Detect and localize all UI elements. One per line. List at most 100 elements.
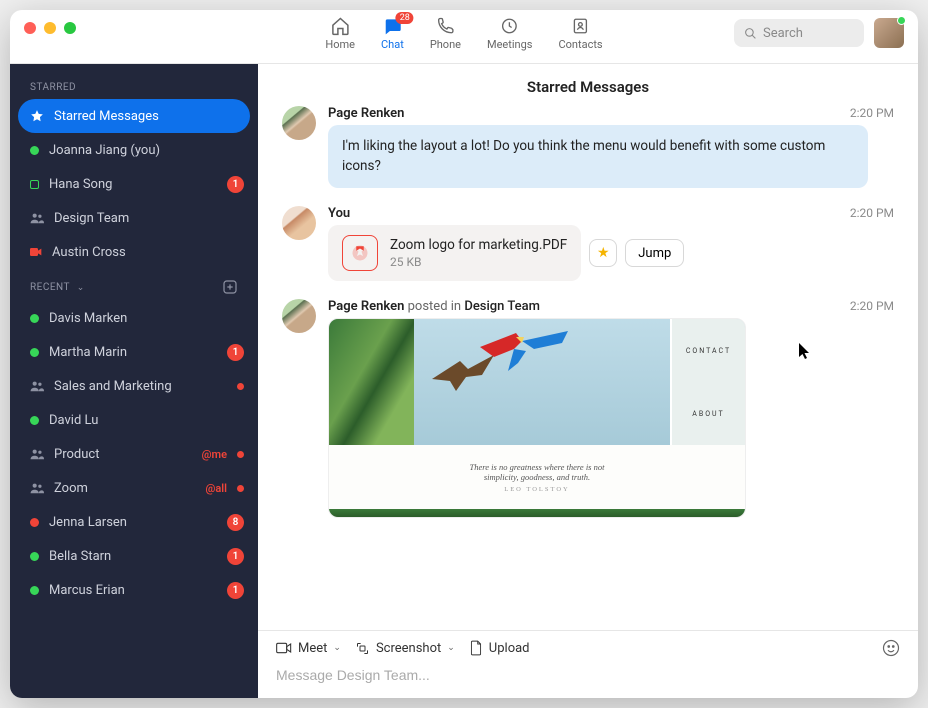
screenshot-button[interactable]: Screenshot ⌄ <box>355 641 455 656</box>
page-title: Starred Messages <box>258 64 918 106</box>
presence-mobile-icon <box>30 180 39 189</box>
sidebar-item-jenna[interactable]: Jenna Larsen 8 <box>10 505 258 539</box>
search-icon <box>744 27 757 40</box>
body: STARRED Starred Messages Joanna Jiang (y… <box>10 64 918 698</box>
message-time: 2:20 PM <box>850 106 894 120</box>
sidebar-item-davis[interactable]: Davis Marken <box>10 301 258 335</box>
clock-icon <box>500 16 520 36</box>
upload-button[interactable]: Upload <box>469 640 530 656</box>
presence-online-icon <box>30 146 39 155</box>
unread-badge: 1 <box>227 176 244 193</box>
preview-right-links: CONTACT ABOUT <box>670 319 745 445</box>
sidebar-item-product[interactable]: Product @me <box>10 437 258 471</box>
sidebar-item-label: Design Team <box>54 211 244 226</box>
screenshot-icon <box>355 641 370 656</box>
chevron-down-icon: ⌄ <box>77 283 85 293</box>
pdf-file-icon <box>342 235 378 271</box>
unread-badge: 1 <box>227 548 244 565</box>
sidebar-item-martha[interactable]: Martha Marin 1 <box>10 335 258 369</box>
message-author: You <box>328 206 894 221</box>
nav-home[interactable]: Home <box>325 16 355 51</box>
nav-contacts[interactable]: Contacts <box>558 16 602 51</box>
sidebar-item-label: Sales and Marketing <box>54 379 227 394</box>
message-author: Page Renken posted in Design Team <box>328 299 894 314</box>
unread-dot <box>237 485 244 492</box>
sidebar-item-hana[interactable]: Hana Song 1 <box>10 167 258 201</box>
nav-home-label: Home <box>325 38 355 51</box>
jump-button[interactable]: Jump <box>625 239 684 267</box>
contacts-icon <box>571 16 591 36</box>
nav-meetings[interactable]: Meetings <box>487 16 532 51</box>
emoji-button[interactable] <box>882 639 900 657</box>
group-icon <box>30 380 44 392</box>
message-list: Page Renken I'm liking the layout a lot!… <box>258 106 918 630</box>
preview-leaves-image <box>329 319 414 445</box>
message-time: 2:20 PM <box>850 299 894 313</box>
nav-phone-label: Phone <box>430 38 461 51</box>
sidebar: STARRED Starred Messages Joanna Jiang (y… <box>10 64 258 698</box>
sidebar-item-label: Jenna Larsen <box>49 515 217 530</box>
sidebar-item-sales[interactable]: Sales and Marketing <box>10 369 258 403</box>
sidebar-item-david[interactable]: David Lu <box>10 403 258 437</box>
unread-dot <box>237 383 244 390</box>
compose-input[interactable] <box>276 667 900 683</box>
message-time: 2:20 PM <box>850 206 894 220</box>
sidebar-item-label: Davis Marken <box>49 311 244 326</box>
sidebar-item-label: David Lu <box>49 413 244 428</box>
home-icon <box>330 16 350 36</box>
avatar[interactable] <box>282 106 316 140</box>
nav-chat-label: Chat <box>381 38 404 51</box>
group-icon <box>30 212 44 224</box>
sidebar-item-design-team[interactable]: Design Team <box>10 201 258 235</box>
minimize-window-button[interactable] <box>44 22 56 34</box>
top-nav: Home Chat 28 Phone Meetings <box>325 16 602 51</box>
parrot-icon <box>474 323 574 377</box>
sidebar-item-austin[interactable]: Austin Cross <box>10 235 258 269</box>
nav-chat-badge: 28 <box>396 12 414 24</box>
sidebar-item-label: Martha Marin <box>49 345 217 360</box>
nav-contacts-label: Contacts <box>558 38 602 51</box>
compose-toolbar: Meet ⌄ Screenshot ⌄ Upload <box>258 631 918 661</box>
file-size: 25 KB <box>390 255 567 269</box>
recent-section-header[interactable]: RECENT ⌄ <box>10 269 258 301</box>
presence-online-icon <box>30 314 39 323</box>
presence-online-icon <box>30 552 39 561</box>
avatar[interactable] <box>282 206 316 240</box>
compose-input-wrap <box>258 661 918 698</box>
profile-avatar[interactable] <box>874 18 904 48</box>
chevron-down-icon: ⌄ <box>333 643 341 653</box>
file-attachment[interactable]: Zoom logo for marketing.PDF 25 KB <box>328 225 581 281</box>
search-input[interactable]: Search <box>734 19 864 47</box>
compose-footer: Meet ⌄ Screenshot ⌄ Upload <box>258 630 918 698</box>
add-recent-button[interactable] <box>222 279 238 295</box>
sidebar-item-label: Austin Cross <box>52 245 244 260</box>
at-mention-badge: @all <box>206 482 227 495</box>
starred-section-header: STARRED <box>10 72 258 99</box>
sidebar-item-label: Product <box>54 447 192 462</box>
close-window-button[interactable] <box>24 22 36 34</box>
unread-dot <box>237 451 244 458</box>
presence-busy-icon <box>30 518 39 527</box>
avatar[interactable] <box>282 299 316 333</box>
nav-chat[interactable]: Chat 28 <box>381 16 404 51</box>
sidebar-item-label: Zoom <box>54 481 196 496</box>
sidebar-item-self[interactable]: Joanna Jiang (you) <box>10 133 258 167</box>
fullscreen-window-button[interactable] <box>64 22 76 34</box>
sidebar-item-zoom[interactable]: Zoom @all <box>10 471 258 505</box>
sidebar-item-marcus[interactable]: Marcus Erian 1 <box>10 573 258 607</box>
nav-phone[interactable]: Phone <box>430 16 461 51</box>
sidebar-item-bella[interactable]: Bella Starn 1 <box>10 539 258 573</box>
message-row: Page Renken I'm liking the layout a lot!… <box>282 106 894 188</box>
message-bubble[interactable]: I'm liking the layout a lot! Do you thin… <box>328 125 868 188</box>
sidebar-item-label: Marcus Erian <box>49 583 217 598</box>
presence-online-icon <box>30 416 39 425</box>
file-icon <box>469 640 483 656</box>
search-placeholder: Search <box>763 26 803 41</box>
meet-button[interactable]: Meet ⌄ <box>276 641 341 656</box>
preview-sky-image <box>414 319 670 445</box>
sidebar-item-starred-messages[interactable]: Starred Messages <box>18 99 250 133</box>
preview-quote: There is no greatness where there is not… <box>329 445 745 509</box>
image-preview[interactable]: CONTACT ABOUT There is no greatness wher… <box>328 318 746 518</box>
star-icon <box>30 109 44 123</box>
star-button[interactable]: ★ <box>589 239 617 267</box>
